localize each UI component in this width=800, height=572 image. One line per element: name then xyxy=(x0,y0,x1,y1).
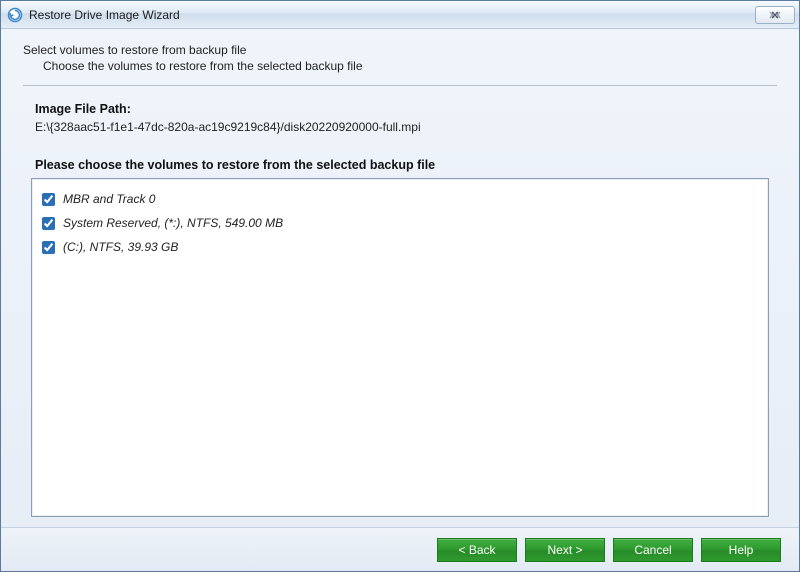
page-heading: Select volumes to restore from backup fi… xyxy=(23,43,777,57)
titlebar: Restore Drive Image Wizard xyxy=(1,1,799,29)
volume-label: MBR and Track 0 xyxy=(63,192,155,206)
app-icon xyxy=(7,7,23,23)
volume-checkbox-0[interactable] xyxy=(42,193,55,206)
wizard-footer: < Back Next > Cancel Help xyxy=(1,527,799,571)
volume-checkbox-2[interactable] xyxy=(42,241,55,254)
next-button[interactable]: Next > xyxy=(525,538,605,562)
wizard-content: Select volumes to restore from backup fi… xyxy=(1,29,799,527)
image-file-path-value: E:\{328aac51-f1e1-47dc-820a-ac19c9219c84… xyxy=(35,120,777,134)
volume-row: System Reserved, (*:), NTFS, 549.00 MB xyxy=(42,211,758,235)
cancel-button[interactable]: Cancel xyxy=(613,538,693,562)
back-button[interactable]: < Back xyxy=(437,538,517,562)
close-icon xyxy=(768,11,782,19)
help-button[interactable]: Help xyxy=(701,538,781,562)
close-button[interactable] xyxy=(755,6,795,24)
volume-row: MBR and Track 0 xyxy=(42,187,758,211)
divider xyxy=(23,85,777,86)
image-file-path-label: Image File Path: xyxy=(35,102,777,116)
window-title: Restore Drive Image Wizard xyxy=(29,8,755,22)
choose-volumes-label: Please choose the volumes to restore fro… xyxy=(35,158,777,172)
volume-row: (C:), NTFS, 39.93 GB xyxy=(42,235,758,259)
volume-label: System Reserved, (*:), NTFS, 549.00 MB xyxy=(63,216,283,230)
page-subheading: Choose the volumes to restore from the s… xyxy=(43,59,777,73)
volumes-list: MBR and Track 0 System Reserved, (*:), N… xyxy=(31,178,769,517)
volume-checkbox-1[interactable] xyxy=(42,217,55,230)
volume-label: (C:), NTFS, 39.93 GB xyxy=(63,240,178,254)
wizard-window: Restore Drive Image Wizard Select volume… xyxy=(0,0,800,572)
